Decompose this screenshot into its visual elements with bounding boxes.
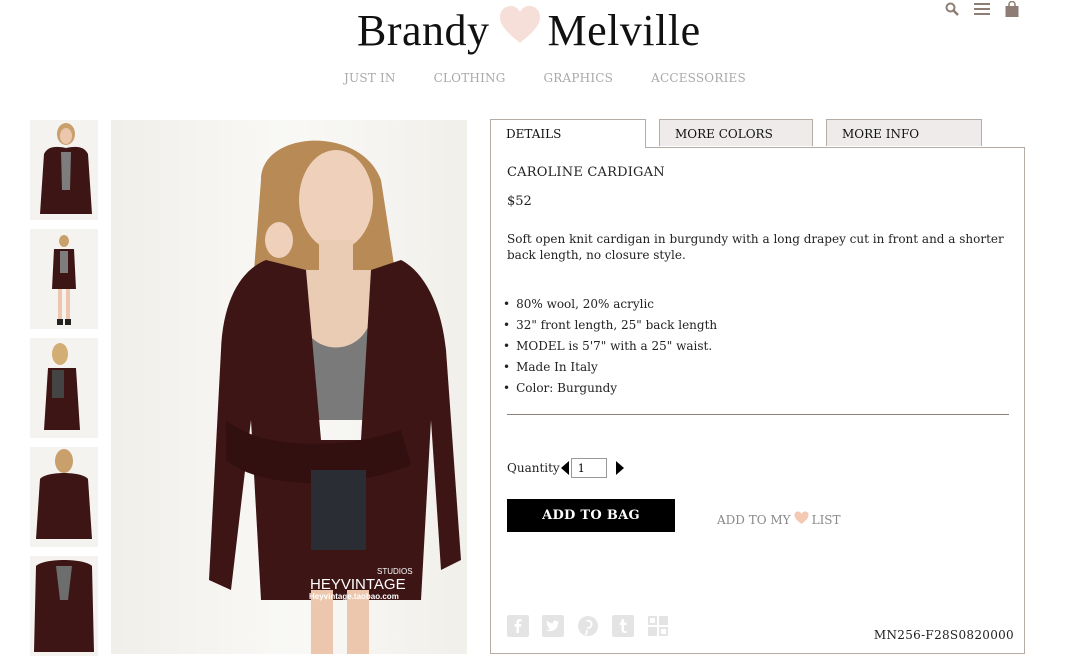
section-divider — [507, 414, 1009, 415]
bullet-item: 32" front length, 25" back length — [503, 315, 717, 336]
thumbnail-3[interactable] — [30, 338, 98, 438]
menu-icon[interactable] — [974, 0, 990, 18]
heart-icon — [794, 511, 809, 528]
twitter-icon[interactable] — [542, 615, 564, 637]
watermark-line2: HEYVINTAGE — [310, 576, 406, 593]
brand-logo[interactable]: Brandy Melville — [357, 2, 701, 58]
thumbnail-4[interactable] — [30, 447, 98, 547]
details-panel: CAROLINE CARDIGAN $52 Soft open knit car… — [490, 147, 1025, 654]
bullet-item: Color: Burgundy — [503, 378, 717, 399]
bullet-item: MODEL is 5'7" with a 25" waist. — [503, 336, 717, 357]
nav-clothing[interactable]: CLOTHING — [434, 71, 506, 85]
product-tabs: DETAILS MORE COLORS MORE INFO — [490, 119, 995, 148]
product-sku: MN256-F28S0820000 — [873, 628, 1014, 642]
social-share — [507, 615, 669, 637]
tab-more-colors[interactable]: MORE COLORS — [659, 119, 813, 146]
quantity-control: Quantity — [507, 458, 624, 478]
quantity-input[interactable] — [570, 458, 607, 478]
tab-details[interactable]: DETAILS — [490, 119, 646, 148]
pinterest-icon[interactable] — [577, 615, 599, 637]
main-nav: JUST IN CLOTHING GRAPHICS ACCESSORIES — [344, 71, 784, 85]
product-name: CAROLINE CARDIGAN — [507, 165, 665, 180]
thumbnail-5[interactable] — [30, 556, 98, 656]
watermark-line3: Heyvintage.taobao.com — [309, 592, 399, 601]
brand-name-right: Melville — [547, 5, 701, 55]
delicious-icon[interactable] — [647, 615, 669, 637]
shopping-bag-icon[interactable] — [1004, 0, 1020, 18]
wishlist-suffix: LIST — [811, 512, 841, 527]
bullet-item: Made In Italy — [503, 357, 717, 378]
product-price: $52 — [507, 194, 532, 209]
add-to-bag-button[interactable]: ADD TO BAG — [507, 499, 675, 532]
product-bullets: 80% wool, 20% acrylic 32" front length, … — [503, 294, 717, 399]
wishlist-prefix: ADD TO MY — [717, 512, 791, 527]
header-icons — [944, 0, 1020, 18]
nav-just-in[interactable]: JUST IN — [344, 71, 396, 85]
tumblr-icon[interactable] — [612, 615, 634, 637]
quantity-increase-icon[interactable] — [615, 461, 624, 475]
thumbnail-1[interactable] — [30, 120, 98, 220]
nav-graphics[interactable]: GRAPHICS — [544, 71, 614, 85]
bullet-item: 80% wool, 20% acrylic — [503, 294, 717, 315]
heart-logo-icon — [498, 5, 542, 56]
thumbnail-2[interactable] — [30, 229, 98, 329]
facebook-icon[interactable] — [507, 615, 529, 637]
brand-name-left: Brandy — [357, 5, 490, 55]
main-product-image[interactable]: STUDIOS HEYVINTAGE Heyvintage.taobao.com — [111, 120, 467, 654]
search-icon[interactable] — [944, 0, 960, 18]
tab-more-info[interactable]: MORE INFO — [826, 119, 982, 146]
product-description: Soft open knit cardigan in burgundy with… — [507, 232, 1004, 262]
quantity-label: Quantity — [507, 461, 560, 475]
thumbnail-gallery — [30, 120, 98, 665]
quantity-decrease-icon[interactable] — [560, 461, 569, 475]
nav-accessories[interactable]: ACCESSORIES — [651, 71, 746, 85]
add-to-wishlist-link[interactable]: ADD TO MY LIST — [717, 511, 841, 528]
watermark-line1: STUDIOS — [377, 567, 413, 576]
